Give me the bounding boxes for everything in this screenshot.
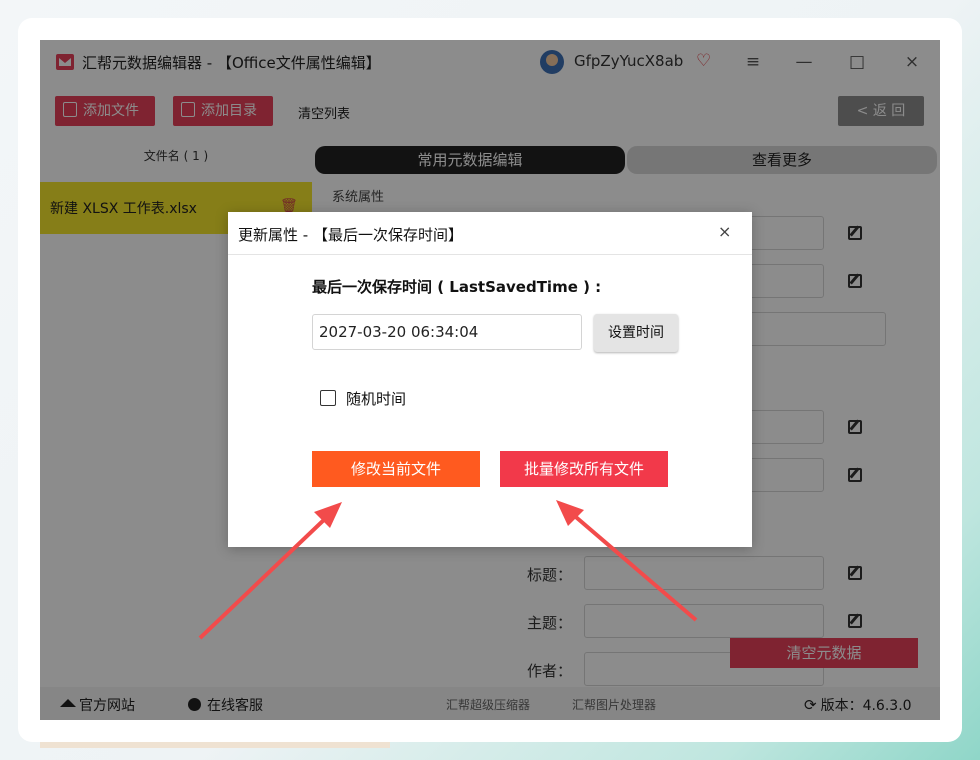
- annotation-arrows: [198, 500, 698, 640]
- arrow-to-current-button: [198, 502, 342, 640]
- arrow-to-batch-button: [556, 500, 698, 622]
